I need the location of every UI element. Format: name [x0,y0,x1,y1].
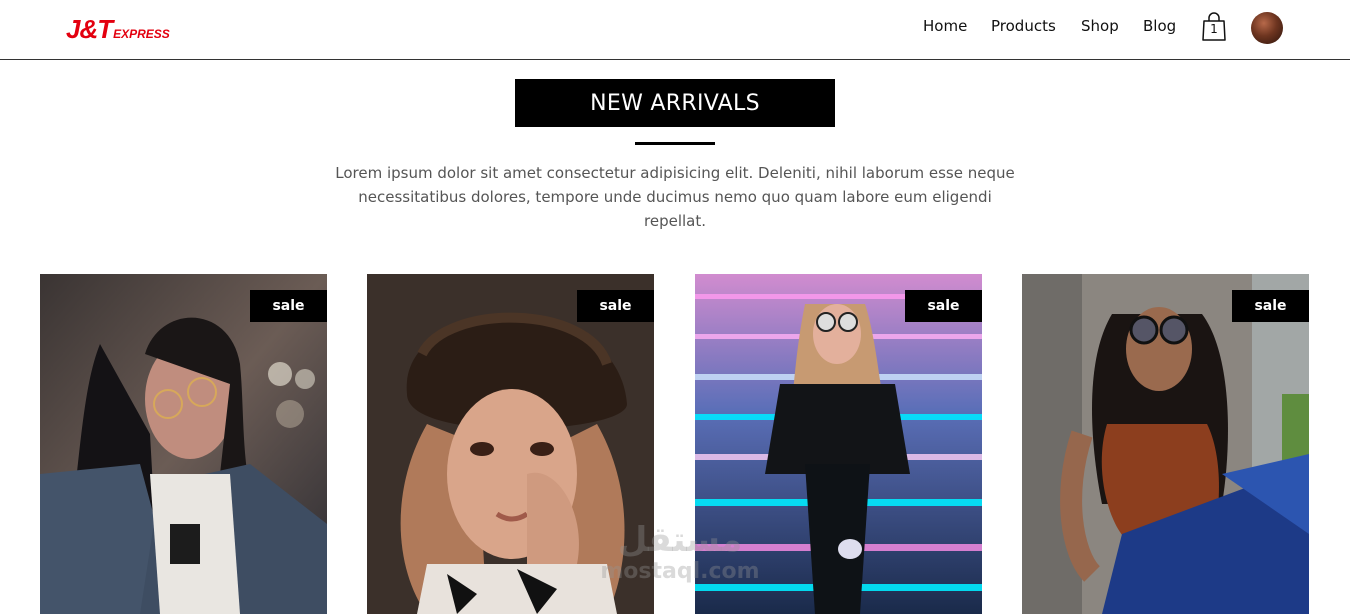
product-photo [40,274,327,614]
nav-blog[interactable]: Blog [1143,17,1193,35]
site-header: J&T EXPRESS Home Products Shop Blog 1 [0,0,1350,60]
product-photo [1022,274,1309,614]
section-title: NEW ARRIVALS [515,79,835,127]
product-card[interactable]: sale [40,274,327,614]
watermark-arabic: مستقل [617,520,743,560]
section-description: Lorem ipsum dolor sit amet consectetur a… [335,164,1015,230]
watermark-latin: mostaql.com [600,559,760,584]
title-underline [635,142,715,145]
sale-badge: sale [905,290,982,322]
sale-badge: sale [1232,290,1309,322]
logo-sub-text: EXPRESS [113,27,170,41]
product-card[interactable]: sale [1022,274,1309,614]
user-avatar[interactable] [1251,12,1283,44]
sale-badge: sale [577,290,654,322]
cart-button[interactable]: 1 [1201,12,1227,42]
sale-badge: sale [250,290,327,322]
cart-count: 1 [1210,22,1218,36]
brand-logo[interactable]: J&T EXPRESS [66,14,170,42]
nav-shop[interactable]: Shop [1081,17,1131,35]
logo-main-text: J&T [66,14,113,44]
watermark: مستقل mostaql.com [590,520,770,584]
nav-products[interactable]: Products [991,17,1071,35]
nav-home[interactable]: Home [923,17,973,35]
